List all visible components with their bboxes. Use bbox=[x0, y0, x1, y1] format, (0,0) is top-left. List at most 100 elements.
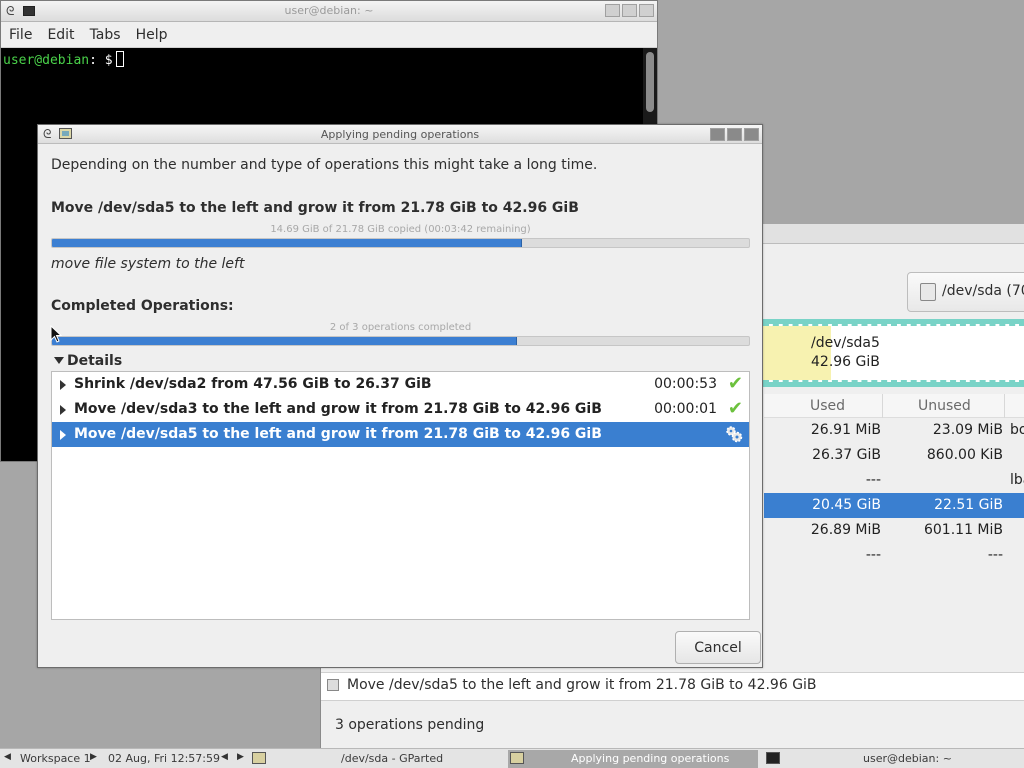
clock[interactable]: 02 Aug, Fri 12:57:59 bbox=[108, 752, 220, 765]
partition-sda5-block[interactable] bbox=[763, 324, 1024, 382]
terminal-icon bbox=[766, 752, 780, 764]
workspace-prev-arrow-icon[interactable]: ◀ bbox=[4, 752, 11, 762]
table-row-selected[interactable]: 20.45 GiB 22.51 GiB bbox=[764, 493, 1024, 518]
prompt-symbol: : $ bbox=[89, 53, 113, 68]
progress-fill bbox=[52, 239, 522, 247]
operation-details-list[interactable]: Shrink /dev/sda2 from 47.56 GiB to 26.37… bbox=[51, 371, 750, 620]
task-gparted[interactable]: /dev/sda - GParted bbox=[252, 750, 502, 768]
task-apply-dialog[interactable]: Applying pending operations bbox=[508, 750, 758, 768]
current-operation-title: Move /dev/sda5 to the left and grow it f… bbox=[51, 200, 579, 216]
menu-tabs[interactable]: Tabs bbox=[82, 22, 128, 43]
clock-next-arrow-icon[interactable]: ▶ bbox=[237, 752, 244, 762]
table-row[interactable]: 26.89 MiB 601.11 MiB bbox=[764, 518, 1024, 543]
device-selector[interactable]: /dev/sda (70. bbox=[907, 272, 1024, 312]
expand-arrow-icon[interactable] bbox=[60, 430, 66, 440]
device-label: /dev/sda (70. bbox=[942, 283, 1024, 299]
dialog-intro-text: Depending on the number and type of oper… bbox=[51, 157, 598, 173]
cell-flags: bo bbox=[1010, 422, 1024, 438]
text-cursor bbox=[115, 51, 124, 67]
map-partition-name: /dev/sda5 bbox=[811, 335, 880, 351]
current-operation-progress bbox=[51, 238, 750, 248]
cell-used: --- bbox=[865, 472, 881, 488]
menu-help[interactable]: Help bbox=[128, 22, 175, 43]
dialog-titlebar[interactable]: ᘓ Applying pending operations bbox=[38, 125, 762, 144]
maximize-button[interactable] bbox=[727, 128, 742, 141]
dialog-window-buttons bbox=[710, 128, 759, 141]
mouse-pointer-icon bbox=[50, 325, 62, 343]
terminal-window-buttons bbox=[605, 4, 654, 17]
taskbar: ◀ Workspace 1 ▶ 02 Aug, Fri 12:57:59 ◀ ▶… bbox=[0, 748, 1024, 768]
workspace-next-arrow-icon[interactable]: ▶ bbox=[90, 752, 97, 762]
executing-gears-icon bbox=[725, 425, 743, 443]
harddisk-icon bbox=[920, 283, 936, 301]
partition-map[interactable] bbox=[763, 319, 1024, 387]
details-row[interactable]: Shrink /dev/sda2 from 47.56 GiB to 26.37… bbox=[52, 372, 749, 397]
minimize-button[interactable] bbox=[710, 128, 725, 141]
gparted-statusbar: 3 operations pending bbox=[321, 700, 1024, 748]
workspace-label[interactable]: Workspace 1 bbox=[20, 752, 91, 765]
cell-flags: lba bbox=[1010, 472, 1024, 488]
close-button[interactable] bbox=[639, 4, 654, 17]
prompt-user: user@debian bbox=[3, 53, 90, 68]
details-row-label: Move /dev/sda3 to the left and grow it f… bbox=[74, 401, 602, 417]
task-label: Applying pending operations bbox=[571, 752, 730, 765]
success-check-icon: ✔ bbox=[727, 373, 743, 394]
terminal-titlebar[interactable]: ᘓ user@debian: ~ bbox=[1, 1, 657, 22]
clock-prev-arrow-icon[interactable]: ◀ bbox=[221, 752, 228, 762]
details-row[interactable]: Move /dev/sda3 to the left and grow it f… bbox=[52, 397, 749, 422]
expand-arrow-icon[interactable] bbox=[60, 380, 66, 390]
partition-table[interactable]: Used Unused 26.91 MiB 23.09 MiB bo 26.37… bbox=[764, 394, 1024, 568]
details-row-label: Shrink /dev/sda2 from 47.56 GiB to 26.37… bbox=[74, 376, 432, 392]
map-partition-size: 42.96 GiB bbox=[811, 354, 880, 370]
cell-used: 26.89 MiB bbox=[810, 522, 881, 538]
cell-unused: 22.51 GiB bbox=[934, 497, 1003, 513]
completed-operations-progress bbox=[51, 336, 750, 346]
cell-used: --- bbox=[865, 547, 881, 563]
operations-pending-status: 3 operations pending bbox=[335, 717, 485, 733]
minimize-button[interactable] bbox=[605, 4, 620, 17]
dialog-title: Applying pending operations bbox=[320, 128, 480, 141]
cell-unused: --- bbox=[987, 547, 1003, 563]
details-expander[interactable]: Details bbox=[54, 353, 122, 369]
details-row-time: 00:00:53 bbox=[654, 376, 717, 392]
terminal-title: user@debian: ~ bbox=[284, 4, 374, 17]
terminal-menubar: File Edit Tabs Help bbox=[1, 22, 657, 48]
column-used[interactable]: Used bbox=[810, 398, 845, 414]
pending-operation-item[interactable]: Move /dev/sda5 to the left and grow it f… bbox=[347, 677, 817, 693]
completed-progress-text: 2 of 3 operations completed bbox=[329, 322, 472, 333]
details-row-selected[interactable]: Move /dev/sda5 to the left and grow it f… bbox=[52, 422, 749, 447]
completed-operations-label: Completed Operations: bbox=[51, 298, 234, 314]
cell-unused: 601.11 MiB bbox=[923, 522, 1003, 538]
move-operation-icon bbox=[327, 679, 339, 691]
task-label: /dev/sda - GParted bbox=[341, 752, 444, 765]
details-label: Details bbox=[67, 353, 123, 369]
cell-unused: 860.00 KiB bbox=[926, 447, 1003, 463]
cancel-button[interactable]: Cancel bbox=[675, 631, 761, 664]
apply-operations-dialog[interactable]: ᘓ Applying pending operations Depending … bbox=[37, 124, 763, 668]
menu-file[interactable]: File bbox=[1, 22, 39, 43]
gparted-app-icon bbox=[252, 752, 266, 764]
cell-used: 20.45 GiB bbox=[812, 497, 881, 513]
current-progress-text: 14.69 GiB of 21.78 GiB copied (00:03:42 … bbox=[270, 224, 531, 235]
details-row-time: 00:00:01 bbox=[654, 401, 717, 417]
menu-edit[interactable]: Edit bbox=[39, 22, 81, 43]
column-unused[interactable]: Unused bbox=[918, 398, 971, 414]
table-row[interactable]: --- --- bbox=[764, 543, 1024, 568]
table-row[interactable]: --- lba bbox=[764, 468, 1024, 493]
pending-operations-list[interactable]: Move /dev/sda5 to the left and grow it f… bbox=[321, 672, 1024, 700]
cell-used: 26.91 MiB bbox=[810, 422, 881, 438]
expand-arrow-icon[interactable] bbox=[60, 405, 66, 415]
table-row[interactable]: 26.37 GiB 860.00 KiB bbox=[764, 443, 1024, 468]
progress-fill bbox=[52, 337, 517, 345]
maximize-button[interactable] bbox=[622, 4, 637, 17]
scrollbar-thumb[interactable] bbox=[646, 52, 654, 112]
task-label: user@debian: ~ bbox=[863, 752, 952, 765]
task-terminal[interactable]: user@debian: ~ bbox=[766, 750, 1022, 768]
partition-table-header: Used Unused bbox=[764, 394, 1024, 418]
close-button[interactable] bbox=[744, 128, 759, 141]
cell-unused: 23.09 MiB bbox=[932, 422, 1003, 438]
success-check-icon: ✔ bbox=[727, 398, 743, 419]
expander-down-icon bbox=[54, 357, 64, 364]
table-row[interactable]: 26.91 MiB 23.09 MiB bo bbox=[764, 418, 1024, 443]
details-row-label: Move /dev/sda5 to the left and grow it f… bbox=[74, 426, 602, 442]
